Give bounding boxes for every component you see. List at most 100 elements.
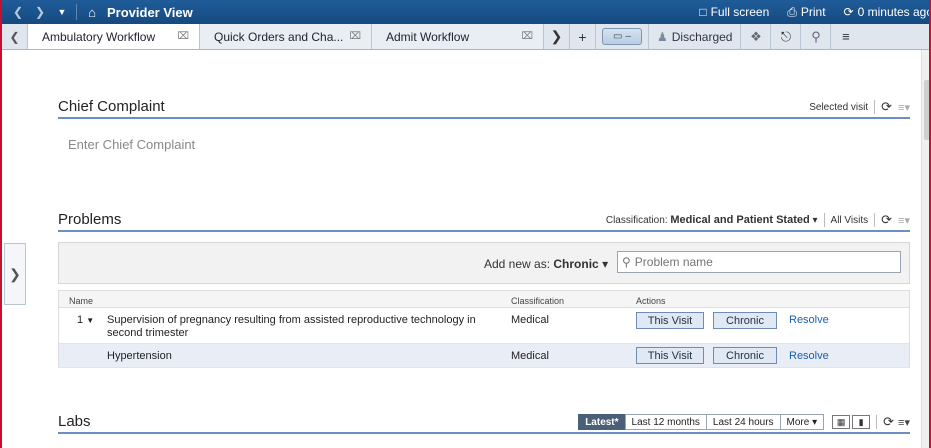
tab-scroll-right-icon[interactable]: ❯ — [544, 24, 570, 49]
dropdown-icon: ▾ — [812, 215, 818, 226]
scope-label[interactable]: All Visits — [831, 215, 869, 226]
titlebar-actions: □ Full screen ⎙ Print ⟳ 0 minutes ago — [699, 0, 929, 24]
resolve-link[interactable]: Resolve — [789, 350, 829, 362]
grid-view-icon[interactable]: ▦ — [832, 415, 851, 429]
problem-search[interactable]: ⚲ — [617, 251, 901, 273]
people-icon: ♟ — [657, 29, 668, 44]
home-icon[interactable]: ⌂ — [83, 5, 101, 20]
menu-icon[interactable]: ≡▾ — [898, 101, 910, 114]
list-view-icon[interactable]: ▮ — [852, 415, 871, 429]
dropdown-icon: ▾ — [602, 257, 609, 271]
column-header-classification: Classification — [511, 296, 565, 306]
encounter-status: ♟ Discharged — [648, 24, 740, 49]
close-tab-icon[interactable]: ⌧ — [349, 31, 361, 42]
menu-icon[interactable]: ≡▾ — [898, 214, 910, 227]
status-label: Discharged — [671, 29, 733, 44]
view-toggle-button[interactable]: ▭ – — [602, 28, 642, 45]
window-icon: ▭ — [612, 31, 623, 42]
nav-controls: ❮ ❯ ▼ — [2, 5, 70, 19]
add-new-as[interactable]: Add new as: Chronic ▾ — [484, 257, 608, 271]
tab-scroll-left-icon[interactable]: ❮ — [2, 24, 28, 49]
this-visit-button[interactable]: This Visit — [636, 347, 704, 364]
row-number: 1 ▼ — [77, 314, 95, 326]
divider — [874, 100, 876, 114]
problem-classification: Medical — [511, 314, 549, 326]
problems-header: Problems Classification: Medical and Pat… — [58, 210, 910, 232]
menu-icon[interactable]: ≡▾ — [898, 416, 910, 429]
chevron-right-icon: ❯ — [9, 265, 21, 282]
menu-icon[interactable]: ≡ — [830, 24, 860, 49]
this-visit-button[interactable]: This Visit — [636, 312, 704, 329]
search-icon[interactable]: ⚲ — [800, 24, 830, 49]
labs-header: Labs Latest* Last 12 months Last 24 hour… — [58, 412, 910, 434]
refresh-icon[interactable]: ⟳ — [881, 212, 892, 228]
labs-controls: Latest* Last 12 months Last 24 hours Mor… — [578, 414, 910, 430]
full-screen-label: Full screen — [710, 5, 770, 19]
page-title: Provider View — [107, 4, 193, 20]
vertical-scrollbar[interactable] — [921, 50, 929, 448]
add-new-label: Add new as: — [484, 257, 551, 271]
refresh-icon: ⟳ — [843, 5, 854, 19]
chief-complaint-input[interactable]: Enter Chief Complaint — [68, 137, 195, 152]
tab-label: Ambulatory Workflow — [42, 29, 156, 44]
classification-label: Classification: — [605, 215, 668, 226]
tab-bar: ❮ Ambulatory Workflow ⌧ Quick Orders and… — [2, 24, 929, 50]
section-title: Problems — [58, 211, 122, 228]
problem-search-input[interactable] — [634, 255, 885, 269]
print-label: Print — [800, 5, 826, 19]
search-icon: ⚲ — [622, 255, 631, 269]
main-content: Chief Complaint Selected visit ⟳ ≡▾ Ente… — [58, 50, 910, 448]
refresh-icon[interactable]: ⟳ — [881, 99, 892, 115]
divider — [876, 415, 878, 429]
refresh-icon[interactable]: ⟳ — [883, 414, 894, 430]
chronic-button[interactable]: Chronic — [713, 347, 777, 364]
chronic-button[interactable]: Chronic — [713, 312, 777, 329]
chief-complaint-controls: Selected visit ⟳ ≡▾ — [809, 99, 910, 115]
refresh-status[interactable]: ⟳ 0 minutes ago — [843, 5, 929, 19]
tab-label: Admit Workflow — [386, 29, 470, 44]
close-tab-icon[interactable]: ⌧ — [521, 31, 533, 42]
problems-table: Name Classification Actions 1 ▼ Supervis… — [58, 290, 910, 368]
scope-label[interactable]: Selected visit — [809, 102, 868, 113]
filter-more[interactable]: More ▾ — [779, 414, 825, 430]
divider — [76, 4, 77, 20]
back-arrow-icon[interactable]: ❮ — [10, 5, 26, 19]
resolve-link[interactable]: Resolve — [789, 314, 829, 326]
classification-value: Medical and Patient Stated — [670, 214, 810, 226]
app-window: ❮ ❯ ▼ ⌂ Provider View □ Full screen ⎙ Pr… — [0, 0, 931, 448]
more-label: More — [786, 416, 810, 428]
add-problem-bar: Add new as: Chronic ▾ ⚲ — [58, 242, 910, 284]
filter-last-24-hours[interactable]: Last 24 hours — [705, 414, 781, 430]
full-screen-button[interactable]: □ Full screen — [699, 5, 769, 19]
divider — [823, 213, 825, 227]
table-row[interactable]: 1 ▼ Supervision of pregnancy resulting f… — [58, 308, 910, 344]
add-new-value: Chronic — [553, 257, 599, 271]
expand-icon[interactable]: ▼ — [86, 316, 94, 325]
full-screen-icon: □ — [699, 5, 707, 19]
title-bar: ❮ ❯ ▼ ⌂ Provider View □ Full screen ⎙ Pr… — [2, 0, 929, 24]
tab-label: Quick Orders and Cha... — [214, 29, 344, 44]
problems-controls: Classification: Medical and Patient Stat… — [606, 212, 910, 228]
column-header-actions: Actions — [636, 296, 666, 306]
section-title: Chief Complaint — [58, 98, 165, 115]
problem-name: Supervision of pregnancy resulting from … — [107, 314, 476, 339]
filter-latest[interactable]: Latest* — [578, 414, 626, 430]
expand-sidebar-button[interactable]: ❯ — [4, 243, 26, 305]
tag-icon[interactable]: ❖ — [740, 24, 770, 49]
tab-admit-workflow[interactable]: Admit Workflow ⌧ — [372, 24, 544, 49]
dropdown-icon[interactable]: ▼ — [54, 7, 70, 17]
dropdown-icon: ▾ — [812, 416, 818, 428]
classification-filter[interactable]: Classification: Medical and Patient Stat… — [606, 214, 818, 226]
exit-icon[interactable]: ⎋ — [770, 24, 800, 49]
scrollbar-thumb[interactable] — [924, 80, 929, 140]
forward-arrow-icon[interactable]: ❯ — [32, 5, 48, 19]
print-button[interactable]: ⎙ Print — [787, 5, 825, 20]
tab-ambulatory-workflow[interactable]: Ambulatory Workflow ⌧ — [28, 24, 200, 49]
filter-last-12-months[interactable]: Last 12 months — [624, 414, 707, 430]
printer-icon: ⎙ — [787, 4, 797, 19]
tab-quick-orders[interactable]: Quick Orders and Cha... ⌧ — [200, 24, 372, 49]
close-tab-icon[interactable]: ⌧ — [177, 31, 189, 42]
add-tab-icon[interactable]: + — [570, 24, 596, 49]
minus-icon: – — [625, 31, 631, 42]
table-row[interactable]: Hypertension Medical This Visit Chronic … — [58, 344, 910, 368]
